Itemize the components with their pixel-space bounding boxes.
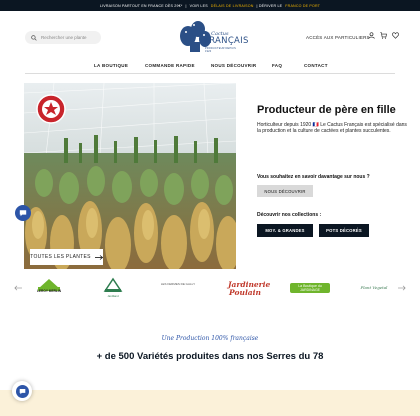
brand-label-boutique: La Boutique du JARDINAGE (298, 284, 322, 292)
all-plants-button[interactable]: TOUTES LES PLANTES (30, 249, 103, 265)
brand-label-leroy: LEROY MERLIN (36, 289, 62, 293)
brand-leroy-merlin[interactable]: LEROY MERLIN (32, 277, 66, 293)
chevron-right-icon[interactable] (398, 285, 406, 291)
production-title: + de 500 Variétés produites dans nos Ser… (96, 351, 324, 362)
search-box[interactable] (25, 31, 101, 44)
nav-item-contact[interactable]: CONTACT (304, 63, 328, 68)
intro-block: Producteur de père en fille Horticulteur… (257, 104, 407, 135)
nav-item-quick-order[interactable]: COMMANDE RAPIDE (145, 63, 195, 68)
collection-button-large[interactable]: MOY. & GRANDES (257, 224, 313, 237)
collection-button-pots[interactable]: POTS DÉCORÉS (319, 224, 369, 237)
search-input[interactable] (41, 35, 99, 40)
brand-plant-vegetal[interactable]: Plant Vegetal (356, 285, 392, 290)
nav-item-shop[interactable]: LA BOUTIQUE (94, 63, 128, 68)
announcement-text-2: VOIR LES (189, 3, 208, 8)
production-script: Une Production 100% française (161, 335, 259, 342)
site-logo[interactable]: le Cactus FRANÇAIS PRODUCTEUR DEPUIS 192… (178, 18, 248, 60)
chat-bubble-icon (19, 388, 25, 394)
pro-access-link[interactable]: ACCÈS AUX PARTICULIERS (306, 35, 370, 40)
jardiland-logo-icon (103, 277, 123, 292)
announcement-bar: LIVRAISON PARTOUT EN FRANCE DÈS 29€* | V… (0, 0, 420, 11)
delivery-delays-link[interactable]: DÉLAIS DE LIVRAISON (211, 4, 254, 8)
about-button[interactable]: NOUS DÉCOUVRIR (257, 185, 313, 197)
brand-label-gally: LES FERMES DE GALLY (160, 282, 196, 286)
nav-item-faq[interactable]: FAQ (272, 63, 282, 68)
nav-item-about[interactable]: NOUS DÉCOUVRIR (211, 63, 256, 68)
cart-icon[interactable] (380, 32, 387, 39)
heart-icon[interactable] (392, 32, 399, 39)
brand-label-poulain: Jardinerie Poulain (228, 280, 271, 297)
announcement-text-1: LIVRAISON PARTOUT EN FRANCE DÈS 29€* (99, 3, 183, 8)
brand-fermes-de-gally[interactable]: LES FERMES DE GALLY (160, 282, 196, 287)
announcement-text-3: | DÉRIVER LE (256, 3, 283, 8)
chat-button[interactable] (15, 205, 31, 221)
chat-icon (19, 210, 27, 217)
brand-label-vegetal: Plant Vegetal (360, 285, 388, 290)
intro-heading: Producteur de père en fille (257, 104, 396, 116)
brand-boutique-jardinage[interactable]: La Boutique du JARDINAGE (290, 283, 330, 293)
arrow-right-icon (94, 254, 103, 260)
chevron-left-icon[interactable] (14, 285, 22, 291)
logo-line-3: PRODUCTEUR DEPUIS 1920 (205, 47, 237, 53)
intro-paragraph: Horticulteur depuis 1920 🇫🇷 Le Cactus Fr… (257, 121, 407, 135)
brand-label-jardiland: Jardiland (107, 294, 119, 298)
brand-jardiland[interactable]: Jardiland (100, 277, 126, 298)
producer-badge-icon (36, 94, 66, 124)
logo-line-2: FRANÇAIS (204, 36, 249, 46)
bottom-band (0, 390, 420, 416)
collections-label: Découvrir nos collections : (257, 212, 322, 218)
chat-widget-button[interactable] (12, 381, 32, 401)
about-question: Vous souhaitez en savoir davantage sur n… (257, 174, 370, 180)
free-shipping-link[interactable]: FRANCO DE PORT (285, 4, 320, 8)
site-header: le Cactus FRANÇAIS PRODUCTEUR DEPUIS 192… (0, 11, 420, 59)
brands-carousel: LEROY MERLIN Jardiland LES FERMES DE GAL… (14, 275, 406, 303)
header-icons (368, 32, 399, 39)
announcement-separator: | (185, 3, 187, 8)
chat-widget-inner (15, 384, 29, 398)
all-plants-label: TOUTES LES PLANTES (30, 254, 91, 260)
user-icon[interactable] (368, 32, 375, 39)
greenhouse-illustration (24, 83, 236, 269)
search-icon (31, 34, 37, 41)
hero-image (24, 83, 236, 269)
main-nav: LA BOUTIQUE COMMANDE RAPIDE NOUS DÉCOUVR… (25, 59, 395, 74)
brand-poulain[interactable]: Jardinerie Poulain (228, 280, 271, 297)
